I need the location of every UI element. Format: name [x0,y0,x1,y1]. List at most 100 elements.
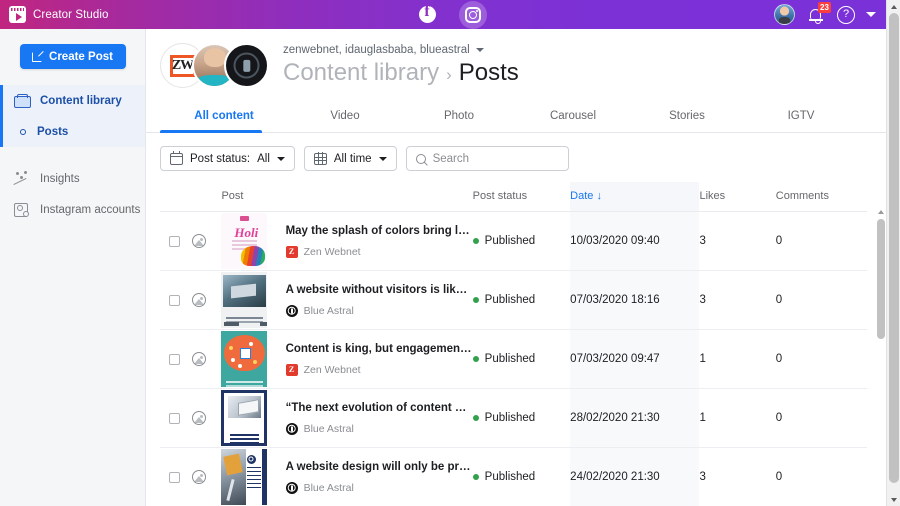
row-checkbox[interactable] [169,471,180,483]
image-post-icon [191,293,206,307]
row-select-cell[interactable] [160,447,192,506]
status-dot-icon [472,356,479,362]
scroll-up-icon[interactable] [878,210,884,214]
create-post-button[interactable]: Create Post [19,44,126,69]
table-scrollbar[interactable] [876,210,886,506]
posts-table-header: Post Post status Date ↓ Likes Comments [160,182,867,212]
sidebar-item-insights[interactable]: Insights [0,163,145,194]
row-comments-cell: 0 [775,329,867,389]
insights-icon [14,171,29,186]
platform-switcher [0,0,900,29]
page-scroll-down-button[interactable] [887,493,900,506]
page-scrollbar[interactable] [886,0,900,506]
status-dot-icon [472,238,479,244]
content-library-icon [14,93,31,108]
column-header-date[interactable]: Date ↓ [570,182,700,212]
sidebar-item-content-library[interactable]: Content library [0,85,145,116]
breadcrumb-parent[interactable]: Content library [283,59,439,87]
row-date-cell: 28/02/2020 21:30 [570,388,700,448]
row-checkbox[interactable] [169,294,180,306]
post-account: Blue Astral [285,304,473,317]
tab-all-content[interactable]: All content [160,101,288,133]
comments-count: 0 [775,353,783,365]
sidebar-item-posts[interactable]: Posts [0,116,145,147]
sidebar-item-label: Instagram accounts [40,203,141,216]
table-scrollbar-thumb[interactable] [877,219,885,339]
row-checkbox[interactable] [169,235,180,247]
table-row[interactable]: Content is king, but engagement is ... Z… [160,329,867,389]
post-title[interactable]: May the splash of colors bring love... [286,225,473,237]
select-all-header[interactable] [160,182,192,212]
row-post-cell: May the splash of colors bring love... Z… [276,211,473,271]
time-range-filter[interactable]: All time [303,146,397,171]
row-thumbnail-cell [221,270,277,330]
post-title[interactable]: Content is king, but engagement is ... [286,343,473,355]
posts-table-container: Post Post status Date ↓ Likes Comments H… [160,182,886,506]
notifications-button[interactable]: 23 [806,1,831,25]
page-scrollbar-thumb[interactable] [889,13,899,483]
tab-photo[interactable]: Photo [402,101,516,132]
column-header-comments[interactable]: Comments [775,182,867,212]
creator-studio-app: Creator Studio 23 ? Create Post [0,0,900,506]
row-likes-cell: 3 [699,211,776,271]
post-date: 24/02/2020 21:30 [570,471,660,483]
sidebar-item-label: Content library [40,94,122,107]
post-account: Blue Astral [285,422,473,435]
account-selector[interactable]: zenwebnet, idauglasbaba, blueastral [283,44,519,56]
row-status-cell: Published [472,270,571,330]
facebook-icon [418,3,436,23]
table-row[interactable]: A website design will only be prais... B… [160,447,867,506]
instagram-tab-button[interactable] [459,0,487,29]
row-select-cell[interactable] [160,211,192,271]
search-box[interactable] [405,146,569,171]
account-avatars[interactable]: ZW [160,43,269,88]
chevron-down-icon [891,497,897,502]
facebook-tab-button[interactable] [413,1,441,29]
post-status-filter[interactable]: Post status: All [160,146,295,171]
post-title[interactable]: A website design will only be prais... [286,461,473,473]
table-row[interactable]: “The next evolution of content mar... Bl… [160,388,867,448]
row-select-cell[interactable] [160,329,192,389]
sort-descending-icon: ↓ [596,190,602,202]
post-status-filter-label: Post status: [190,152,251,165]
row-checkbox[interactable] [169,412,180,424]
row-likes-cell: 1 [699,388,776,448]
account-names-label: zenwebnet, idauglasbaba, blueastral [283,44,470,56]
comments-count: 0 [775,412,783,424]
blue-astral-icon [285,422,298,435]
row-thumbnail-cell: Holi [221,211,277,271]
column-header-post[interactable]: Post [221,182,473,212]
sidebar-group-other: Insights Instagram accounts [0,163,145,225]
table-row[interactable]: Holi May the splash of colors bring love… [160,211,867,271]
user-avatar[interactable] [774,4,795,25]
search-input[interactable] [432,152,559,165]
tab-igtv[interactable]: IGTV [744,101,858,132]
row-post-cell: A website design will only be prais... B… [276,447,473,506]
sidebar-item-instagram-accounts[interactable]: Instagram accounts [0,194,145,225]
tab-carousel[interactable]: Carousel [516,101,630,132]
row-type-cell [191,447,222,506]
row-thumbnail-cell [221,447,277,506]
post-title[interactable]: “The next evolution of content mar... [286,402,473,414]
account-text: zenwebnet, idauglasbaba, blueastral Cont… [283,44,519,87]
post-title[interactable]: A website without visitors is like an... [286,284,473,296]
row-select-cell[interactable] [160,270,192,330]
column-header-likes[interactable]: Likes [699,182,776,212]
tab-stories[interactable]: Stories [630,101,744,132]
filter-bar: Post status: All All time [146,133,886,182]
table-row[interactable]: A website without visitors is like an...… [160,270,867,330]
zen-webnet-icon: Z [285,245,298,258]
page-scroll-up-button[interactable] [887,0,900,13]
row-checkbox[interactable] [169,353,180,365]
status-badge: Published [484,412,536,424]
tab-video[interactable]: Video [288,101,402,132]
row-comments-cell: 0 [775,270,867,330]
row-select-cell[interactable] [160,388,192,448]
likes-count: 3 [699,235,706,247]
likes-count: 3 [699,471,706,483]
instagram-icon [465,6,481,23]
post-account-label: Blue Astral [303,422,354,435]
blue-astral-icon [285,304,298,317]
column-header-post-status[interactable]: Post status [472,182,571,212]
row-status-cell: Published [472,388,571,448]
